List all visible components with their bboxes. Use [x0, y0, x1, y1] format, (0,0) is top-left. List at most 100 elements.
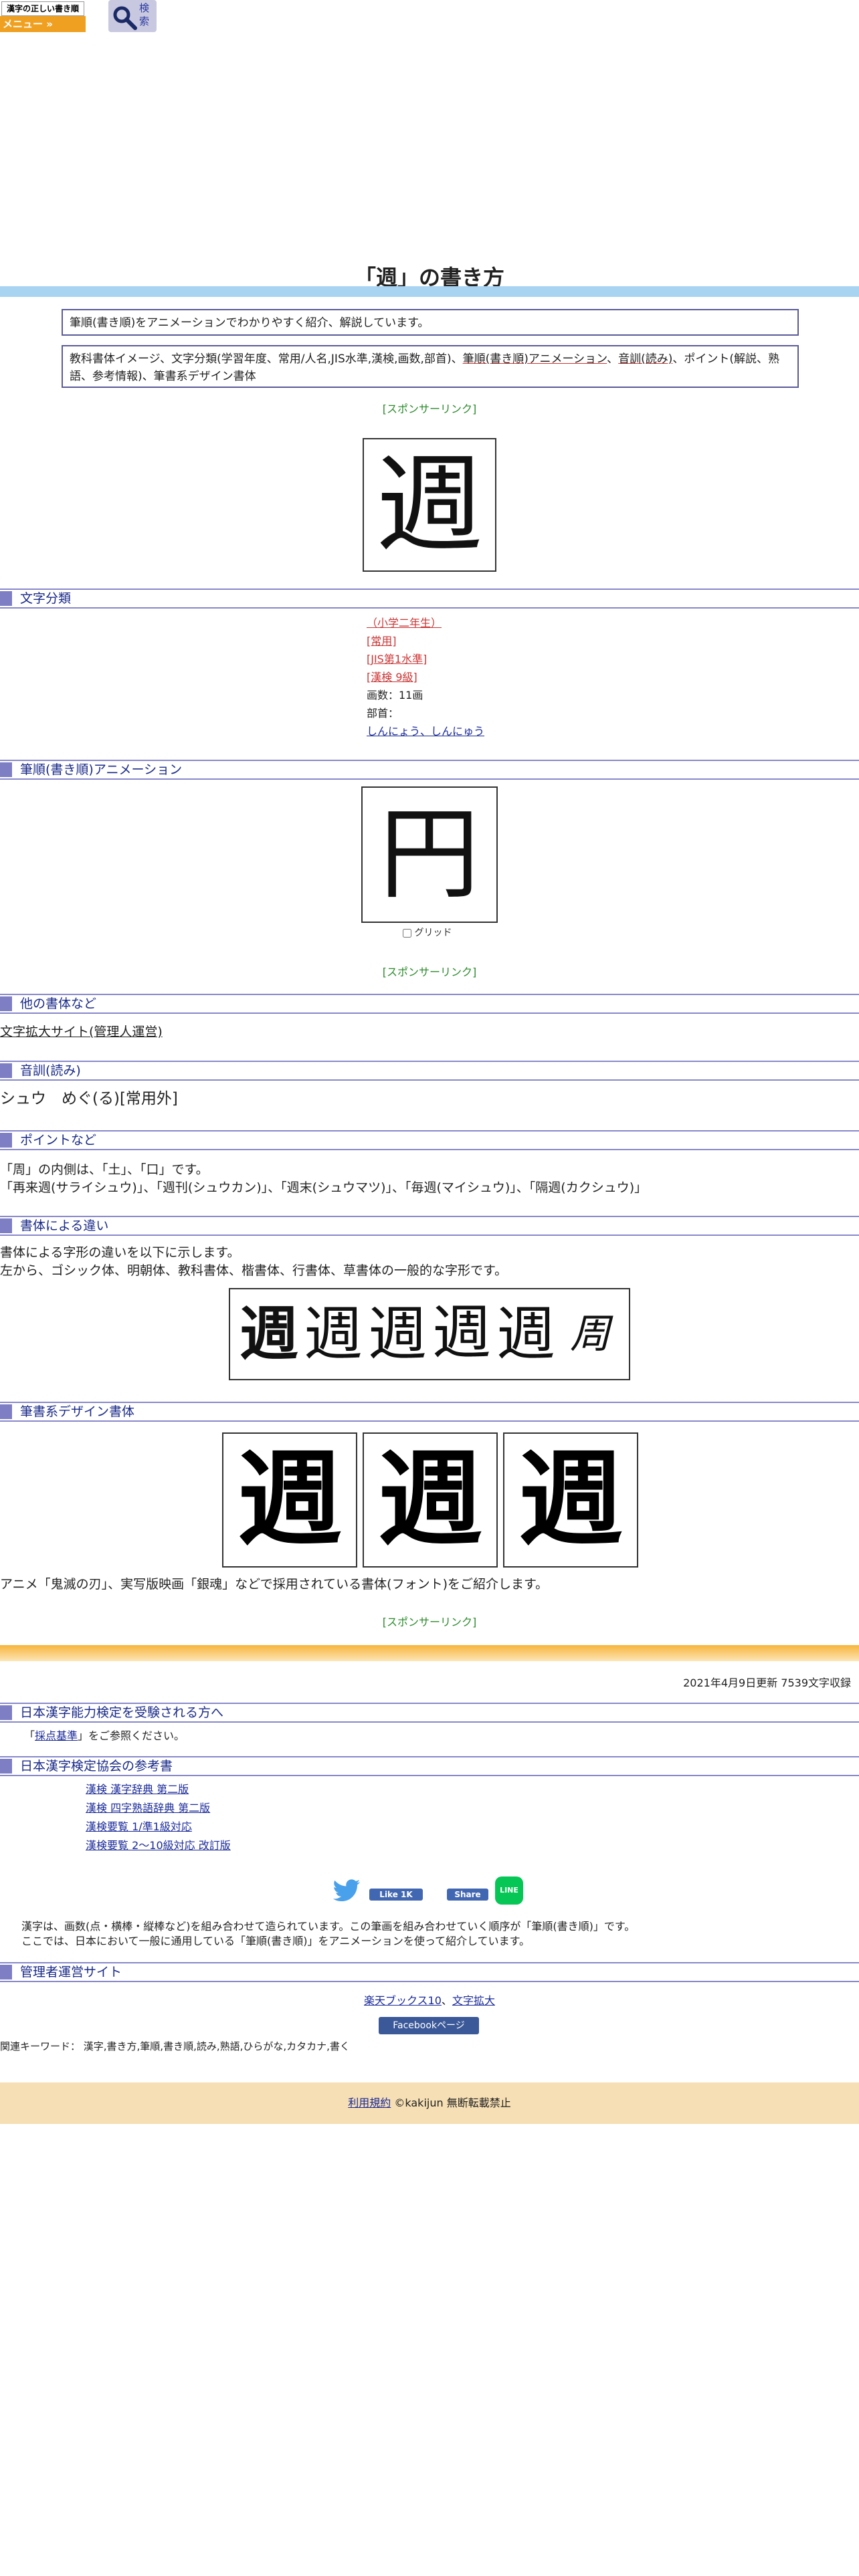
top-bar: 漢字の正しい書き順(筆順) メニュー » 検索 — [0, 0, 859, 37]
hero-char: 飛 — [252, 29, 347, 140]
kanken-note: 「採点基準」をご参照ください。 — [24, 1727, 185, 1745]
contents-box: 教科書体イメージ、文字分類(学習年度、常用/人名,JIS水準,漢検,画数,部首)… — [62, 345, 799, 388]
contents-sep: 、 — [607, 352, 619, 366]
style-diff-line: 書体による字形の違いを以下に示します。 — [0, 1245, 240, 1260]
style-diff-line: 左から、ゴシック体、明朝体、教科書体、楷書体、行書体、草書体の一般的な字形です。 — [0, 1263, 508, 1278]
enlarge-site-link[interactable]: 文字拡大サイト(管理人運営) — [0, 1023, 163, 1041]
twitter-icon[interactable] — [332, 1878, 361, 1905]
hero-char: 右 — [386, 29, 481, 140]
gyosho-glyph: 週 — [496, 1299, 555, 1368]
grid-toggle[interactable]: グリッド — [403, 926, 452, 939]
contents-link-animation[interactable]: 筆順(書き順)アニメーション — [463, 352, 607, 366]
grade-link[interactable]: （小学二年生） — [367, 614, 484, 632]
section-title: 管理者運営サイト — [20, 1965, 122, 1979]
brush-font-image[interactable]: 週 — [503, 1432, 638, 1568]
section-title: 筆順(書き順)アニメーション — [20, 762, 183, 777]
points-text: 「周」の内側は、「土」、「口」です。 「再来週(サライシュウ)」、「週刊(シュウ… — [0, 1161, 647, 1197]
search-button[interactable]: 検索 — [108, 0, 157, 32]
jis-link[interactable]: [JIS第1水準] — [367, 650, 484, 668]
textbook-glyph: 週 — [367, 1299, 427, 1368]
section-brush-fonts: 筆書系デザイン書体 — [0, 1402, 859, 1422]
section-marker — [0, 1759, 12, 1774]
brush-font-image[interactable]: 週 — [363, 1432, 498, 1568]
search-icon — [113, 6, 137, 30]
sosho-glyph: 周 — [570, 1311, 610, 1358]
reference-book-link[interactable]: 漢検 四字熟語辞典 第二版 — [86, 1799, 231, 1818]
scoring-criteria-link[interactable]: 採点基準 — [35, 1729, 78, 1742]
classification-list: （小学二年生） [常用] [JIS第1水準] [漢検 9級] 画数：11画 部首… — [367, 614, 484, 740]
section-title: 音訓(読み) — [20, 1063, 81, 1078]
section-kanken-takers: 日本漢字能力検定を受験される方へ — [0, 1703, 859, 1723]
section-title: 書体による違い — [20, 1218, 109, 1233]
section-classification: 文字分類 — [0, 588, 859, 609]
section-title: 文字分類 — [20, 591, 72, 606]
section-title: 筆書系デザイン書体 — [20, 1404, 135, 1419]
sponsor-label: [スポンサーリンク] — [382, 966, 477, 978]
hero-logo[interactable]: 飛 右 左 様 発 書 — [233, 35, 634, 235]
logo-text: 漢字の正しい書き順(筆順) — [1, 1, 84, 27]
section-reading: 音訓(読み) — [0, 1061, 859, 1081]
rakuten-books-link[interactable]: 楽天ブックス10 — [364, 1994, 442, 2007]
brush-font-image[interactable]: 週 — [222, 1432, 357, 1568]
enlarge-link[interactable]: 文字拡大 — [452, 1994, 495, 2007]
reading-text: シュウ めぐ(る)[常用外] — [0, 1090, 178, 1107]
facebook-share-button[interactable]: Share — [447, 1889, 488, 1901]
copyright: ©kakijun 無断転載禁止 — [394, 2097, 511, 2109]
section-marker — [0, 762, 12, 777]
section-marker — [0, 591, 12, 606]
section-animation: 筆順(書き順)アニメーション — [0, 760, 859, 780]
admin-sites-links: 楽天ブックス10、文字拡大 — [0, 1992, 859, 2010]
grid-label: グリッド — [414, 928, 452, 938]
kaisho-glyph: 週 — [432, 1301, 491, 1366]
contents-text: 教科書体イメージ、文字分類(学習年度、常用/人名,JIS水準,漢検,画数,部首)… — [70, 352, 463, 366]
main-character-image: 週 — [363, 438, 496, 572]
section-marker — [0, 1063, 12, 1078]
stroke-animation[interactable]: 円 — [361, 786, 498, 923]
section-marker — [0, 1404, 12, 1419]
section-marker — [0, 1133, 12, 1148]
intro-text: 筆順(書き順)をアニメーションでわかりやすく紹介、解説しています。 — [70, 316, 430, 330]
grid-checkbox[interactable] — [403, 928, 411, 938]
kanken-note-post: 」をご参照ください。 — [78, 1729, 185, 1742]
admin-sep: 、 — [441, 1994, 452, 2007]
hero-char: 様 — [252, 130, 347, 241]
line-share-button[interactable]: LINE — [495, 1876, 523, 1905]
points-line: 「周」の内側は、「土」、「口」です。 — [0, 1162, 209, 1177]
section-marker — [0, 1218, 12, 1233]
menu-button[interactable]: メニュー » — [0, 16, 86, 32]
section-marker — [0, 1705, 12, 1720]
search-label: 検索 — [139, 2, 150, 27]
contents-link-reading[interactable]: 音訓(読み) — [618, 352, 672, 366]
reference-book-link[interactable]: 漢検 漢字辞典 第二版 — [86, 1780, 231, 1799]
explain-line: ここでは、日本において一般に通用している「筆順(書き順)」をアニメーションを使っ… — [21, 1935, 531, 1947]
gothic-glyph: 週 — [239, 1299, 298, 1368]
section-title: 他の書体など — [20, 996, 97, 1011]
site-logo[interactable]: 漢字の正しい書き順(筆順) メニュー » — [0, 0, 86, 32]
footer: 利用規約 ©kakijun 無断転載禁止 — [0, 2082, 859, 2124]
hero-char: 書 — [520, 130, 615, 241]
stroke-count: 画数：11画 — [367, 689, 423, 702]
section-marker — [0, 1965, 12, 1979]
explain-text: 漢字は、画数(点・横棒・縦棒など)を組み合わせて造られています。この筆画を組み合… — [21, 1919, 635, 1949]
section-title: 日本漢字検定協会の参考書 — [20, 1759, 173, 1774]
kanken-note-pre: 「 — [24, 1729, 35, 1742]
hero-char: 発 — [386, 130, 481, 241]
section-admin-sites: 管理者運営サイト — [0, 1962, 859, 1982]
joyo-link[interactable]: [常用] — [367, 632, 484, 650]
radical-label: 部首： — [367, 707, 399, 720]
radical-link[interactable]: しんにょう、しんにゅう — [367, 722, 484, 740]
reference-book-link[interactable]: 漢検要覧 2～10級対応 改訂版 — [86, 1836, 231, 1855]
section-kanken-refs: 日本漢字検定協会の参考書 — [0, 1756, 859, 1776]
reference-book-list: 漢検 漢字辞典 第二版 漢検 四字熟語辞典 第二版 漢検要覧 1/準1級対応 漢… — [86, 1780, 231, 1855]
terms-link[interactable]: 利用規約 — [348, 2097, 391, 2109]
reference-book-link[interactable]: 漢検要覧 1/準1級対応 — [86, 1818, 231, 1836]
divider-band — [0, 1645, 859, 1661]
update-info: 2021年4月9日更新 7539文字収録 — [683, 1677, 851, 1689]
style-diff-text: 書体による字形の違いを以下に示します。 左から、ゴシック体、明朝体、教科書体、楷… — [0, 1244, 507, 1280]
facebook-page-button[interactable]: Facebookページ — [379, 2017, 479, 2034]
facebook-like-button[interactable]: Like 1K — [369, 1889, 423, 1901]
section-title: 日本漢字能力検定を受験される方へ — [20, 1705, 224, 1720]
kanken-link[interactable]: [漢検 9級] — [367, 668, 484, 686]
font-comparison-image: 週 週 週 週 週 周 — [229, 1288, 630, 1380]
section-title: ポイントなど — [20, 1133, 97, 1148]
